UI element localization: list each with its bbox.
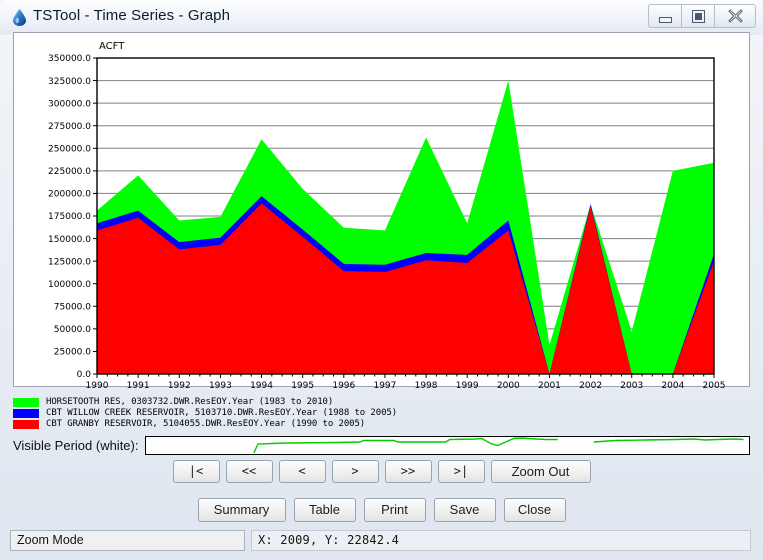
svg-text:1990: 1990 — [86, 381, 109, 388]
svg-text:150000.0: 150000.0 — [48, 235, 91, 245]
nav-step-back-button[interactable]: < — [278, 460, 326, 483]
legend-item-willow-creek[interactable]: CBT WILLOW CREEK RESERVOIR, 5103710.DWR.… — [13, 409, 750, 419]
maximize-button[interactable] — [681, 4, 715, 28]
svg-text:75000.0: 75000.0 — [54, 302, 91, 312]
window-controls — [648, 4, 756, 28]
status-bar: Zoom Mode X: 2009, Y: 22842.4 — [0, 527, 763, 560]
legend-swatch-green — [13, 398, 39, 407]
svg-text:225000.0: 225000.0 — [48, 167, 91, 177]
time-series-area-chart[interactable]: ACFT 0.0 25000.0 50000.0 75000.0 100000.0 1250… — [14, 33, 751, 391]
close-button[interactable] — [714, 4, 756, 28]
nav-page-back-button[interactable]: << — [225, 460, 273, 483]
minimize-icon — [658, 16, 672, 23]
svg-text:1995: 1995 — [291, 381, 314, 388]
svg-text:1993: 1993 — [209, 381, 232, 388]
svg-text:1996: 1996 — [332, 381, 355, 388]
plot-area[interactable]: ACFT 0.0 25000.0 50000.0 75000.0 100000.0 1250… — [14, 33, 751, 391]
svg-text:250000.0: 250000.0 — [48, 144, 91, 154]
svg-text:ACFT: ACFT — [99, 41, 125, 52]
close-icon — [727, 9, 743, 23]
save-button[interactable]: Save — [433, 498, 496, 522]
window-titlebar: TSTool - Time Series - Graph — [0, 0, 763, 35]
tstool-graph-window: TSTool - Time Series - Graph ACFT 0.0 2500… — [0, 0, 763, 560]
svg-text:1997: 1997 — [373, 381, 396, 388]
maximize-icon — [691, 9, 705, 23]
visible-period-label: Visible Period (white): — [13, 437, 139, 453]
nav-last-button[interactable]: >| — [437, 460, 485, 483]
chart-legend: HORSETOOTH RES, 0303732.DWR.ResEOY.Year … — [13, 398, 750, 431]
visible-period-reference-graph[interactable] — [145, 435, 750, 455]
legend-item-horsetooth[interactable]: HORSETOOTH RES, 0303732.DWR.ResEOY.Year … — [13, 398, 750, 408]
navigation-buttons: |< << < > >> >| Zoom Out — [0, 460, 763, 483]
svg-text:1992: 1992 — [168, 381, 191, 388]
legend-item-granby[interactable]: CBT GRANBY RESERVOIR, 5104055.DWR.ResEOY… — [13, 420, 750, 430]
svg-text:2000: 2000 — [497, 381, 520, 388]
svg-text:350000.0: 350000.0 — [48, 54, 91, 64]
svg-text:2001: 2001 — [538, 381, 561, 388]
svg-text:1999: 1999 — [456, 381, 479, 388]
reference-trace — [146, 437, 749, 454]
svg-text:300000.0: 300000.0 — [48, 99, 91, 109]
svg-text:0.0: 0.0 — [77, 370, 92, 380]
legend-label-granby: CBT GRANBY RESERVOIR, 5104055.DWR.ResEOY… — [46, 419, 366, 429]
action-buttons: Summary Table Print Save Close — [0, 498, 763, 522]
svg-text:2003: 2003 — [620, 381, 643, 388]
legend-label-willow-creek: CBT WILLOW CREEK RESERVOIR, 5103710.DWR.… — [46, 408, 398, 418]
svg-text:1998: 1998 — [415, 381, 438, 388]
print-button[interactable]: Print — [363, 498, 426, 522]
svg-text:1994: 1994 — [250, 381, 273, 388]
svg-text:100000.0: 100000.0 — [48, 280, 91, 290]
window-title: TSTool - Time Series - Graph — [33, 7, 231, 24]
svg-text:200000.0: 200000.0 — [48, 190, 91, 200]
svg-text:2004: 2004 — [661, 381, 684, 388]
minimize-button[interactable] — [648, 4, 682, 28]
legend-label-horsetooth: HORSETOOTH RES, 0303732.DWR.ResEOY.Year … — [46, 397, 334, 407]
status-coordinates-field: X: 2009, Y: 22842.4 — [251, 530, 751, 551]
svg-text:275000.0: 275000.0 — [48, 122, 91, 132]
close-dialog-button[interactable]: Close — [503, 498, 566, 522]
legend-swatch-red — [13, 420, 39, 429]
nav-page-forward-button[interactable]: >> — [384, 460, 432, 483]
nav-step-forward-button[interactable]: > — [331, 460, 379, 483]
svg-text:125000.0: 125000.0 — [48, 257, 91, 267]
svg-text:25000.0: 25000.0 — [54, 348, 91, 358]
nav-first-button[interactable]: |< — [172, 460, 220, 483]
svg-text:1991: 1991 — [127, 381, 150, 388]
svg-text:175000.0: 175000.0 — [48, 212, 91, 222]
status-mode-field: Zoom Mode — [10, 530, 245, 551]
zoom-out-button[interactable]: Zoom Out — [490, 460, 591, 483]
svg-text:50000.0: 50000.0 — [54, 325, 91, 335]
svg-text:2005: 2005 — [703, 381, 726, 388]
svg-text:2002: 2002 — [579, 381, 602, 388]
visible-period-row: Visible Period (white): — [13, 434, 750, 456]
water-drop-icon — [13, 9, 26, 26]
table-button[interactable]: Table — [293, 498, 356, 522]
graph-panel[interactable]: ACFT 0.0 25000.0 50000.0 75000.0 100000.0 1250… — [13, 32, 751, 391]
legend-swatch-blue — [13, 409, 39, 418]
summary-button[interactable]: Summary — [197, 498, 286, 522]
svg-text:325000.0: 325000.0 — [48, 77, 91, 87]
